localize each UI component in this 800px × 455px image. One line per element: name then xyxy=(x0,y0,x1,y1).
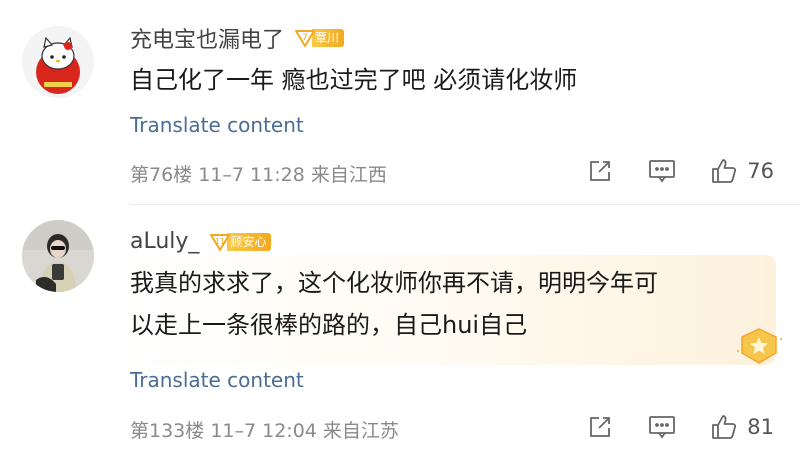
comment-actions: 81 xyxy=(553,412,774,442)
comment-item: 充电宝也漏电了 7 覃川 自己化了一年 瘾也过完了吧 必须请化妆师 Transl… xyxy=(0,0,800,204)
username-text[interactable]: 充电宝也漏电了 xyxy=(130,22,284,54)
comment-text: 我真的求求了，这个化妆师你再不请，明明今年可 以走上一条很棒的路的，自己hui自… xyxy=(130,262,658,346)
floor-number: 第133楼 xyxy=(130,420,205,442)
comment-location: 来自江苏 xyxy=(322,420,399,442)
comment-date: 11–7 12:04 xyxy=(210,420,317,442)
girl-photo-avatar-icon xyxy=(22,220,94,292)
floor-number: 第76楼 xyxy=(130,164,193,186)
username[interactable]: 充电宝也漏电了 7 覃川 xyxy=(130,22,345,54)
fan-group-name: 覃川 xyxy=(312,29,345,47)
username-text[interactable]: aLuly_ xyxy=(130,229,199,254)
comment-meta: 第133楼 11–7 12:04 来自江苏 xyxy=(130,416,399,443)
username[interactable]: aLuly_ 11 顾安心 xyxy=(130,229,272,254)
fan-badge[interactable]: 11 顾安心 xyxy=(209,232,272,252)
avatar[interactable] xyxy=(22,26,94,98)
fan-badge[interactable]: 7 覃川 xyxy=(294,28,345,48)
hello-kitty-avatar-icon xyxy=(22,26,94,98)
fan-group-name: 顾安心 xyxy=(227,232,272,251)
comment-actions: 76 xyxy=(553,156,774,186)
like-count: 81 xyxy=(747,415,774,439)
like-icon[interactable] xyxy=(709,156,739,186)
share-icon[interactable] xyxy=(585,412,615,442)
comment-icon[interactable] xyxy=(647,412,677,442)
fan-level-number: 7 xyxy=(302,33,308,43)
star-badge-icon xyxy=(734,325,784,369)
comment-icon[interactable] xyxy=(647,156,677,186)
comment-location: 来自江西 xyxy=(310,164,387,186)
avatar[interactable] xyxy=(22,220,94,292)
comment-meta: 第76楼 11–7 11:28 来自江西 xyxy=(130,160,387,187)
comment-text-line: 我真的求求了，这个化妆师你再不请，明明今年可 xyxy=(130,269,658,297)
comment-text-line: 以走上一条很棒的路的，自己hui自己 xyxy=(130,311,528,339)
fan-level-icon: 7 xyxy=(294,28,316,48)
share-icon[interactable] xyxy=(585,156,615,186)
like-count: 76 xyxy=(747,159,774,183)
translate-link[interactable]: Translate content xyxy=(130,368,304,392)
comment-date: 11–7 11:28 xyxy=(198,164,305,186)
fan-level-icon: 11 xyxy=(209,232,231,252)
fan-level-number: 11 xyxy=(215,237,225,246)
comment-item: aLuly_ 11 顾安心 我真的求求了，这个化妆师你再不请，明明今年可 以走上… xyxy=(0,205,800,455)
comment-text: 自己化了一年 瘾也过完了吧 必须请化妆师 xyxy=(130,66,578,94)
like-icon[interactable] xyxy=(709,412,739,442)
translate-link[interactable]: Translate content xyxy=(130,113,304,137)
